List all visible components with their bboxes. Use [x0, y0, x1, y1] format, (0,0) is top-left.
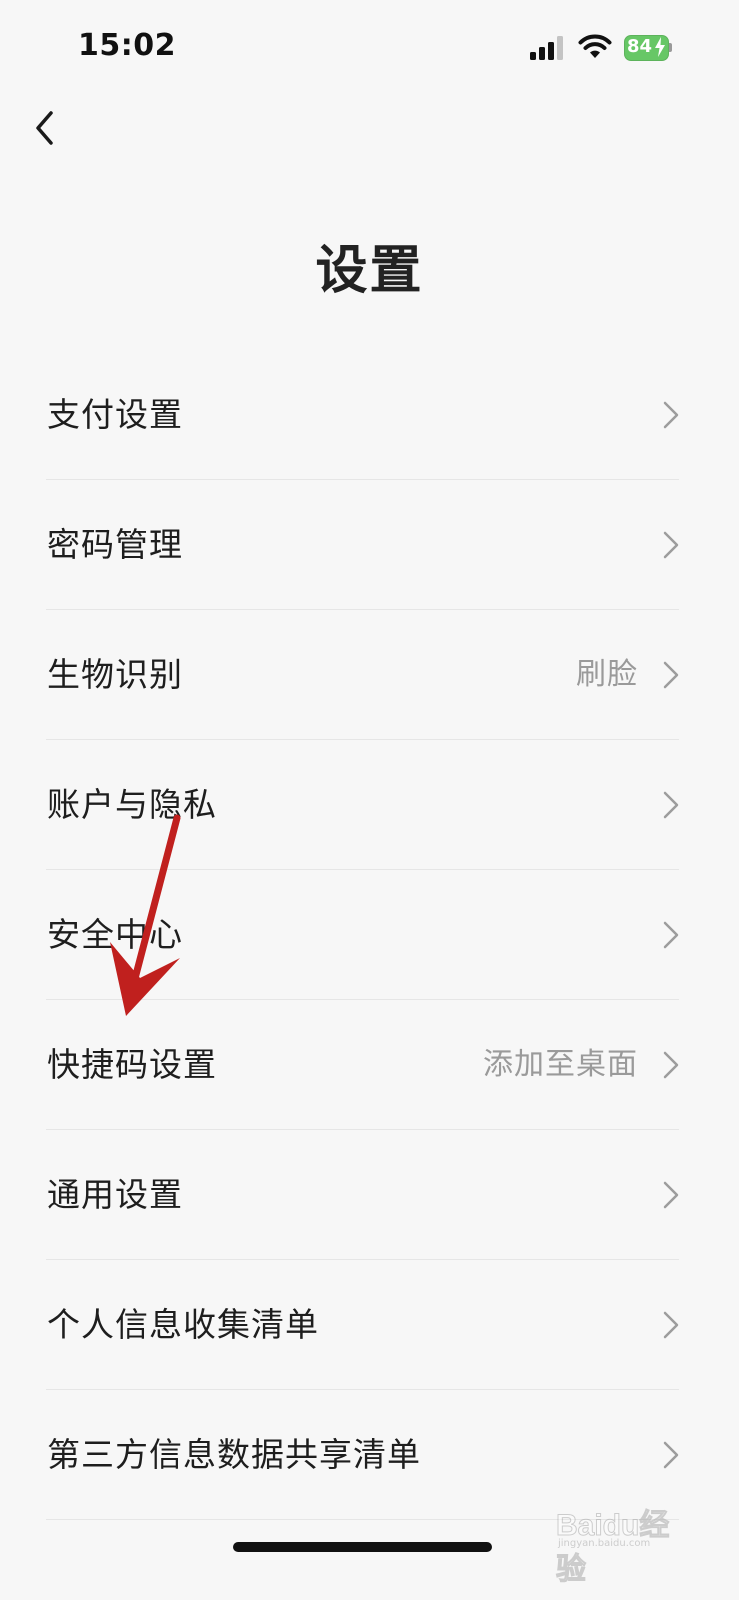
chevron-right-icon — [663, 1181, 679, 1209]
home-indicator — [233, 1542, 492, 1552]
menu-item-label: 安全中心 — [47, 915, 183, 954]
menu-item-label: 生物识别 — [47, 655, 183, 694]
chevron-right-icon — [663, 531, 679, 559]
charging-bolt-icon — [655, 37, 665, 57]
chevron-left-icon — [36, 111, 53, 145]
back-button[interactable] — [22, 104, 66, 152]
watermark: Baidu经验 jingyan.baidu.com — [556, 1496, 686, 1587]
menu-item-payment-settings[interactable]: 支付设置 — [0, 350, 739, 480]
menu-item-personal-info-list[interactable]: 个人信息收集清单 — [0, 1260, 739, 1390]
menu-item-label: 密码管理 — [47, 525, 183, 564]
watermark-url: jingyan.baidu.com — [558, 1538, 651, 1549]
menu-item-label: 个人信息收集清单 — [47, 1305, 319, 1344]
menu-item-label: 账户与隐私 — [47, 785, 217, 824]
menu-item-value: 刷脸 — [576, 657, 638, 692]
settings-menu: 支付设置 密码管理 生物识别 刷脸 账户与隐私 安全中心 快捷码设置 添加至桌面… — [0, 350, 739, 1520]
status-time: 15:02 — [78, 28, 176, 63]
battery-indicator: 84 — [624, 35, 672, 61]
chevron-right-icon — [663, 1311, 679, 1339]
chevron-right-icon — [663, 401, 679, 429]
menu-item-label: 第三方信息数据共享清单 — [47, 1435, 421, 1474]
battery-level: 84 — [627, 36, 653, 57]
battery-tip — [669, 43, 672, 52]
menu-item-general-settings[interactable]: 通用设置 — [0, 1130, 739, 1260]
menu-item-password-management[interactable]: 密码管理 — [0, 480, 739, 610]
menu-item-account-privacy[interactable]: 账户与隐私 — [0, 740, 739, 870]
status-bar: 15:02 84 — [0, 0, 739, 100]
menu-item-label: 快捷码设置 — [47, 1045, 217, 1084]
menu-item-biometrics[interactable]: 生物识别 刷脸 — [0, 610, 739, 740]
wifi-icon — [578, 34, 612, 58]
menu-item-label: 支付设置 — [47, 395, 183, 434]
chevron-right-icon — [663, 661, 679, 689]
chevron-right-icon — [663, 1051, 679, 1079]
menu-item-shortcut-code-settings[interactable]: 快捷码设置 添加至桌面 — [0, 1000, 739, 1130]
signal-icon — [530, 36, 563, 60]
chevron-right-icon — [663, 791, 679, 819]
menu-item-security-center[interactable]: 安全中心 — [0, 870, 739, 1000]
menu-item-label: 通用设置 — [47, 1175, 183, 1214]
chevron-right-icon — [663, 1441, 679, 1469]
chevron-right-icon — [663, 921, 679, 949]
menu-item-value: 添加至桌面 — [483, 1047, 638, 1082]
page-title: 设置 — [315, 241, 424, 301]
